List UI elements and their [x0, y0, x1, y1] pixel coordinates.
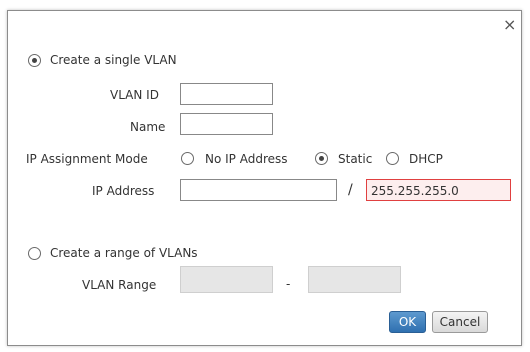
static-label: Static [338, 152, 373, 166]
ok-button[interactable]: OK [389, 311, 426, 333]
vlan-range-radio[interactable] [28, 247, 41, 260]
no-ip-radio[interactable] [181, 152, 194, 165]
no-ip-label: No IP Address [205, 152, 288, 166]
static-radio[interactable] [315, 152, 328, 165]
name-input[interactable] [180, 113, 273, 135]
ip-address-label: IP Address [92, 184, 155, 198]
vlan-range-from-input[interactable] [180, 266, 273, 293]
vlan-range-radio-label: Create a range of VLANs [50, 246, 198, 260]
vlan-range-label: VLAN Range [82, 278, 157, 292]
vlan-range-separator: - [286, 277, 291, 291]
dhcp-label: DHCP [409, 152, 443, 166]
vlan-id-label: VLAN ID [110, 88, 159, 102]
cancel-button[interactable]: Cancel [432, 311, 488, 333]
single-vlan-radio[interactable] [28, 54, 41, 67]
ip-assignment-mode-label: IP Assignment Mode [26, 152, 148, 166]
dhcp-radio[interactable] [386, 152, 399, 165]
single-vlan-label: Create a single VLAN [50, 53, 177, 67]
subnet-separator: / [348, 182, 353, 198]
vlan-id-input[interactable] [180, 83, 273, 105]
vlan-range-to-input[interactable] [308, 266, 401, 293]
subnet-mask-input[interactable] [366, 179, 511, 201]
ip-address-input[interactable] [180, 179, 337, 201]
name-label: Name [130, 120, 166, 134]
close-icon[interactable]: × [503, 17, 516, 33]
